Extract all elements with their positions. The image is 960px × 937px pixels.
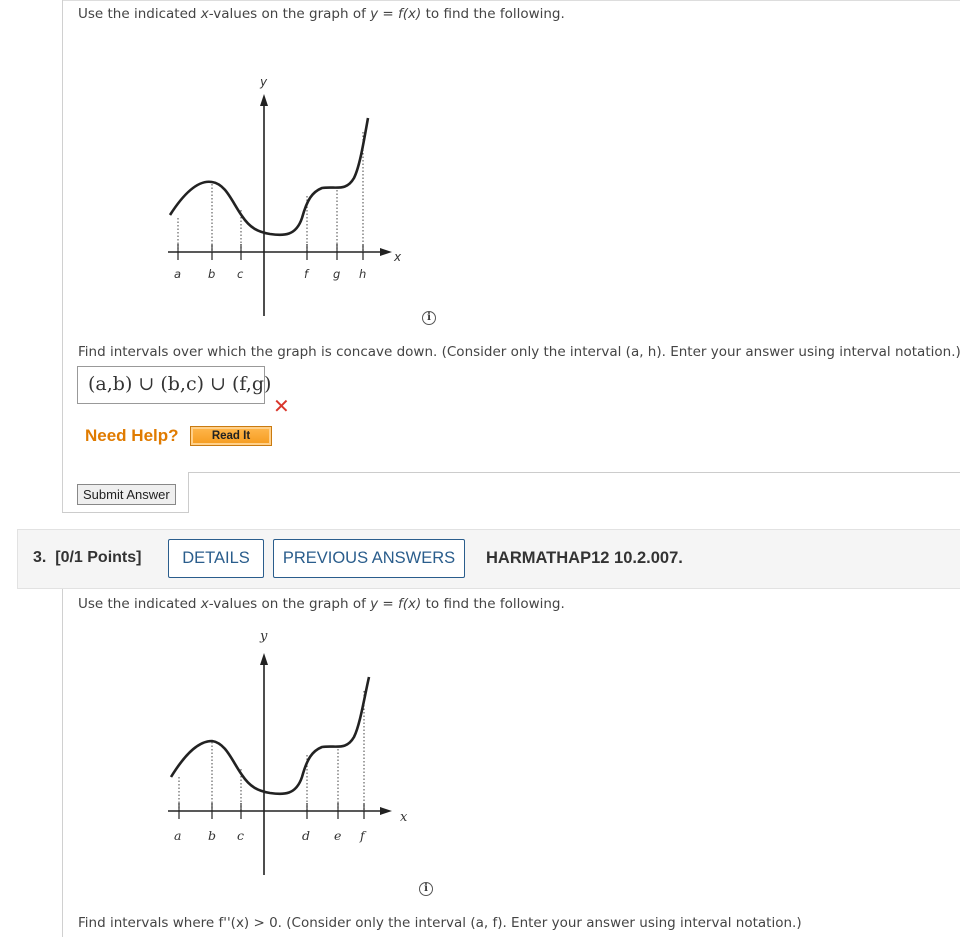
q3-question-text: Find intervals where f''(x) > 0. (Consid… — [78, 915, 802, 931]
tick-label-e: e — [334, 828, 341, 843]
submit-area-border-left — [188, 472, 189, 512]
function-curve — [169, 676, 371, 796]
y-axis-arrow — [260, 653, 268, 665]
q2-graph: y x a b c f g h — [168, 75, 402, 316]
question-number: 3. [0/1 Points] — [33, 549, 142, 566]
tick-label-c: c — [237, 828, 244, 843]
tick-label-f: f — [359, 828, 367, 843]
tick-label-f: f — [304, 267, 310, 281]
q3-prompt: Use the indicated x-values on the graph … — [78, 596, 565, 612]
y-axis-arrow — [260, 94, 268, 106]
q2-question-text: Find intervals over which the graph is c… — [78, 344, 960, 360]
submit-area-border-top — [188, 472, 960, 473]
question-code: HARMATHAP12 10.2.007. — [486, 549, 683, 567]
q3-graph: y x a b c d e f — [168, 629, 408, 875]
top-divider — [62, 0, 960, 1]
question-3-left-border — [62, 589, 63, 937]
previous-answers-button[interactable]: PREVIOUS ANSWERS — [273, 539, 465, 578]
question-2-left-border — [62, 0, 63, 513]
tick-label-a: a — [174, 267, 181, 281]
details-button[interactable]: DETAILS — [168, 539, 264, 578]
tick-label-d: d — [302, 828, 310, 843]
function-curve — [168, 117, 370, 237]
answer-input[interactable]: (a,b) ∪ (b,c) ∪ (f,g) — [77, 366, 271, 404]
tick-label-h: h — [359, 267, 366, 281]
tick-label-c: c — [237, 267, 244, 281]
submit-answer-button[interactable]: Submit Answer — [77, 484, 176, 505]
x-axis-arrow — [380, 807, 392, 815]
y-axis-label: y — [259, 629, 268, 644]
y-axis-label: y — [259, 75, 268, 89]
tick-label-b: b — [208, 828, 216, 843]
x-axis-arrow — [380, 248, 392, 256]
info-icon[interactable]: i — [419, 882, 433, 896]
need-help-label: Need Help? — [85, 426, 179, 445]
x-axis-label: x — [393, 250, 402, 264]
tick-label-a: a — [174, 828, 181, 843]
tick-label-b: b — [208, 267, 215, 281]
x-axis-label: x — [400, 810, 408, 825]
wrong-answer-icon: ✕ — [273, 394, 290, 418]
q2-prompt: Use the indicated x-values on the graph … — [78, 6, 565, 22]
submit-area-border-bottom — [62, 512, 189, 513]
info-icon[interactable]: i — [422, 311, 436, 325]
read-it-button[interactable]: Read It — [190, 426, 272, 446]
points-label: [0/1 Points] — [55, 549, 142, 566]
tick-label-g: g — [333, 267, 340, 281]
